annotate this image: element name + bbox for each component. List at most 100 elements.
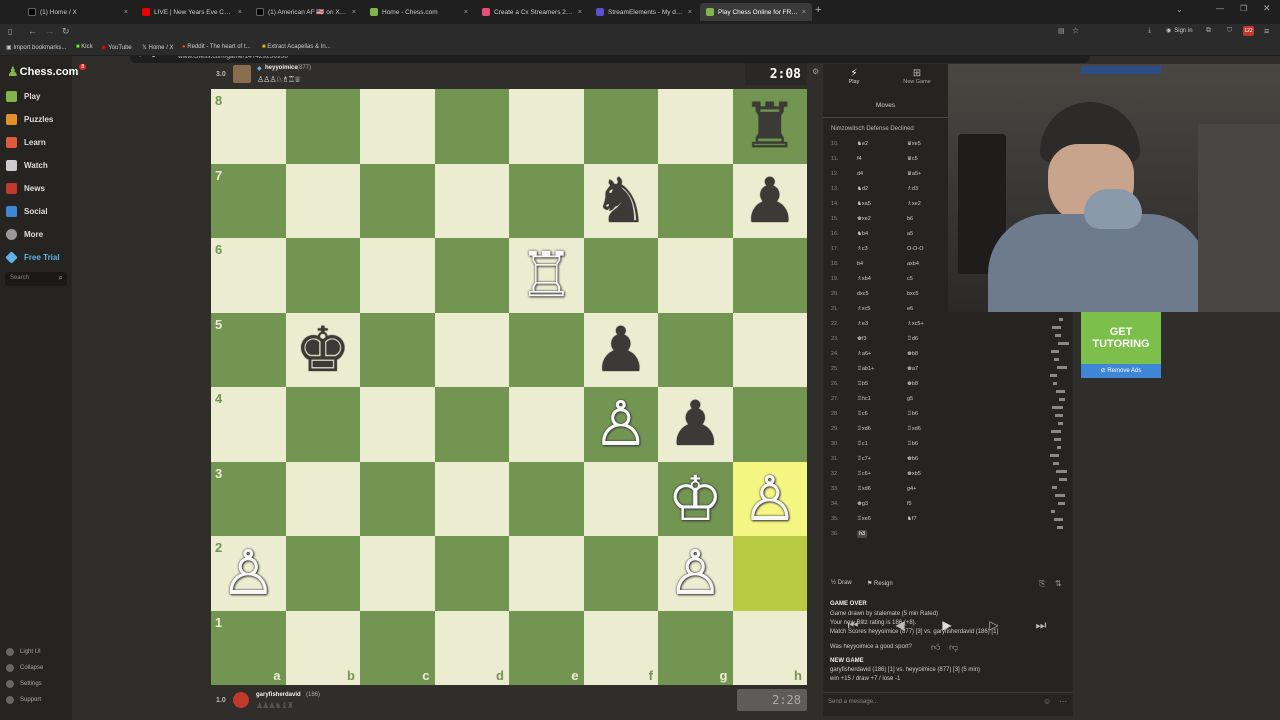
chess-board[interactable]: 8 ♜ 7 ♞ ♟ 6 ♖ 5 ♚ ♟ 4 ♙ ♟ 3 ♔ ♙ 2 ♙ ♙ 1 a b c d e f g h [211, 89, 807, 685]
square-g3[interactable]: ♔ [658, 461, 733, 536]
nav-news[interactable]: News [6, 180, 45, 196]
bookmark-youtube[interactable]: ▶ YouTube [102, 44, 132, 51]
nav-puzzles[interactable]: Puzzles [6, 111, 53, 127]
white-move[interactable]: ♞e2 [857, 141, 907, 147]
reload-icon[interactable]: ↻ [62, 26, 70, 37]
square-g4[interactable]: ♟ [658, 387, 733, 462]
bookmark-star-icon[interactable]: ☆ [1072, 26, 1079, 35]
white-pawn-piece[interactable]: ♙ [667, 542, 723, 604]
thumbs-up-icon[interactable]: 👍︎ [931, 642, 940, 653]
black-move[interactable]: ♖b6 [907, 411, 967, 417]
square-b2[interactable] [285, 536, 360, 611]
square-g2[interactable]: ♙ [658, 536, 733, 611]
square-b6[interactable] [285, 238, 360, 313]
tab-new-game[interactable]: ⊞ New Game [899, 68, 935, 85]
maximize-icon[interactable]: ❐ [1240, 4, 1247, 13]
browser-tab[interactable]: (1) American AF 🇺🇸 on X: "A mu× [250, 3, 362, 21]
white-move[interactable]: ♖c6 [857, 411, 907, 417]
opening-name[interactable]: Nimzowitsch Defense Declined [831, 126, 914, 132]
square-d8[interactable] [434, 89, 509, 164]
square-a5[interactable]: 5 [211, 312, 286, 387]
black-rook-piece[interactable]: ♜ [742, 95, 798, 157]
chess-logo[interactable]: ♟ Chess.com 8 [7, 64, 87, 80]
black-move[interactable]: ♖b6 [907, 441, 967, 447]
white-move[interactable]: d4 [857, 171, 907, 177]
notification-badge[interactable]: 122 [1243, 26, 1254, 36]
square-f4[interactable]: ♙ [583, 387, 658, 462]
white-move[interactable]: ♖hc1 [857, 396, 907, 402]
square-e2[interactable] [509, 536, 584, 611]
tab-list-icon[interactable]: ⌄ [1176, 5, 1183, 14]
new-tab-icon[interactable]: + [815, 4, 821, 16]
nav-play[interactable]: Play [6, 88, 40, 104]
flip-board-icon[interactable]: ⇅ [1055, 579, 1062, 588]
thumbs-down-icon[interactable]: 👎︎ [949, 642, 958, 653]
square-b4[interactable] [285, 387, 360, 462]
close-tab-icon[interactable]: × [352, 9, 356, 16]
square-c1[interactable]: c [360, 610, 435, 685]
nav-more[interactable]: More [6, 226, 43, 242]
ad-banner[interactable]: GET TUTORING ⊘ Remove Ads [1081, 312, 1161, 378]
white-move[interactable]: ♖c6+ [857, 471, 907, 477]
black-knight-piece[interactable]: ♞ [593, 169, 649, 232]
close-tab-icon[interactable]: × [464, 9, 468, 16]
square-h6[interactable] [732, 238, 807, 313]
white-move[interactable]: ♖ab1+ [857, 366, 907, 372]
square-f1[interactable]: f [583, 610, 658, 685]
black-move[interactable]: ♚a7 [907, 366, 967, 372]
square-e7[interactable] [509, 163, 584, 238]
avatar[interactable] [233, 692, 249, 708]
tab-play[interactable]: ⚡ Play [843, 68, 865, 85]
last-move-button[interactable]: ⏭ [1021, 616, 1061, 634]
more-options-icon[interactable]: ⋯ [1059, 697, 1067, 706]
square-a2[interactable]: 2 ♙ [211, 536, 286, 611]
back-icon[interactable]: ← [28, 26, 37, 36]
white-move[interactable]: ♗a6+ [857, 351, 907, 357]
black-move[interactable]: ♖d6 [907, 336, 967, 342]
remove-ads-button[interactable]: ⊘ Remove Ads [1081, 364, 1161, 378]
white-pawn-piece[interactable]: ♙ [742, 467, 798, 530]
square-d4[interactable] [434, 387, 509, 462]
square-a3[interactable]: 3 [211, 461, 286, 536]
square-c6[interactable] [360, 238, 435, 313]
nav-light-ui[interactable]: Light UI [6, 648, 41, 656]
forward-icon[interactable]: → [45, 26, 54, 36]
minimize-icon[interactable]: — [1216, 4, 1224, 13]
square-f8[interactable] [583, 89, 658, 164]
square-c4[interactable] [360, 387, 435, 462]
white-move[interactable]: ♖xd6 [857, 486, 907, 492]
white-move[interactable]: ♚f3 [857, 336, 907, 342]
white-pawn-piece[interactable]: ♙ [220, 542, 276, 604]
square-b8[interactable] [285, 89, 360, 164]
square-f6[interactable] [583, 238, 658, 313]
square-b7[interactable] [285, 163, 360, 238]
close-window-icon[interactable]: ✕ [1263, 3, 1271, 14]
black-pawn-piece[interactable]: ♟ [667, 393, 723, 455]
menu-icon[interactable]: ≡ [1264, 26, 1269, 36]
square-e1[interactable]: e [509, 610, 584, 685]
black-move[interactable]: ♗xc5+ [907, 321, 967, 327]
black-pawn-piece[interactable]: ♟ [593, 318, 649, 381]
square-f7[interactable]: ♞ [583, 163, 658, 238]
close-tab-icon[interactable]: × [238, 9, 242, 16]
square-h1[interactable]: h [732, 610, 807, 685]
extensions-icon[interactable]: ⧉ [1206, 27, 1211, 35]
close-tab-icon[interactable]: × [688, 9, 692, 16]
square-h2[interactable] [732, 536, 807, 611]
white-rook-piece[interactable]: ♖ [518, 244, 574, 306]
square-h7[interactable]: ♟ [732, 163, 807, 238]
square-b5[interactable]: ♚ [285, 312, 360, 387]
white-move[interactable]: ♞xa5 [857, 201, 907, 207]
square-c3[interactable] [360, 461, 435, 536]
black-move[interactable]: ♖xd6 [907, 426, 967, 432]
square-a8[interactable]: 8 [211, 89, 286, 164]
white-move[interactable]: ♖b5 [857, 381, 907, 387]
white-pawn-piece[interactable]: ♙ [593, 393, 649, 455]
square-a4[interactable]: 4 [211, 387, 286, 462]
white-move[interactable]: b4 [857, 261, 907, 267]
player-name[interactable]: heyyoimice [265, 65, 298, 71]
square-f2[interactable] [583, 536, 658, 611]
chat-input[interactable]: Send a message... ☺ ⋯ [823, 692, 1073, 712]
nav-watch[interactable]: Watch [6, 157, 48, 173]
square-g7[interactable] [658, 163, 733, 238]
